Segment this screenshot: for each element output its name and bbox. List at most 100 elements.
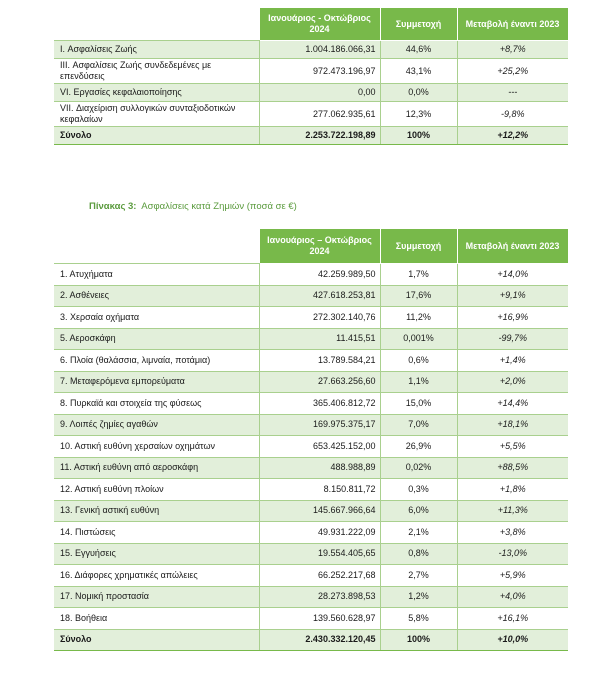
row-change: +8,7% [456,40,568,59]
table-row: 17. Νομική προστασία 28.273.898,53 1,2% +4,… [54,586,568,608]
table-row: 5. Αεροσκάφη 11.415,51 0,001% -99,7% [54,328,568,350]
header-share: Συμμετοχή [379,7,458,41]
row-change: +4,0% [456,586,568,608]
row-amount: 11.415,51 [258,328,380,350]
row-label: 15. Εγγυήσεις [54,543,259,565]
row-amount: 19.554.405,65 [258,543,380,565]
total-share: 100% [379,126,457,145]
row-amount: 139.560.628,97 [258,607,380,630]
row-amount: 13.789.584,21 [258,349,380,372]
row-share: 15,0% [379,392,457,415]
row-change: +2,0% [456,371,568,393]
row-label: 8. Πυρκαϊά και στοιχεία της φύσεως [54,392,259,415]
total-label: Σύνολο [54,126,259,145]
row-change: +11,3% [456,500,568,522]
row-label: 18. Βοήθεια [54,607,259,630]
row-amount: 0,00 [258,83,380,102]
row-amount: 365.406.812,72 [258,392,380,415]
table-caption: Πίνακας 3: Ασφαλίσεις κατά Ζημιών (ποσά … [89,201,297,212]
row-share: 0,8% [379,543,457,565]
table-row: VI. Εργασίες κεφαλαιοποίησης 0,00 0,0% -… [54,83,568,102]
table-row: 11. Αστική ευθύνη από αεροσκάφη 488.988,8… [54,457,568,479]
table-row: 12. Αστική ευθύνη πλοίων 8.150.811,72 0,3%… [54,478,568,501]
row-change: -13,0% [456,543,568,565]
row-change: +1,4% [456,349,568,372]
total-label: Σύνολο [54,628,259,651]
total-share: 100% [379,628,457,651]
row-share: 7,0% [379,414,457,436]
row-change: +16,9% [456,306,568,329]
table-row: 18. Βοήθεια 139.560.628,97 5,8% +16,1% [54,607,568,630]
header-change: Μεταβολή έναντι 2023 [456,228,569,264]
row-share: 1,2% [379,586,457,608]
row-amount: 8.150.811,72 [258,478,380,501]
total-change: +12,2% [456,126,568,145]
caption-text: Ασφαλίσεις κατά Ζημιών (ποσά σε €) [141,201,297,212]
caption-prefix: Πίνακας 3: [89,201,137,212]
row-share: 5,8% [379,607,457,630]
row-label: 12. Αστική ευθύνη πλοίων [54,478,259,501]
row-label: I. Ασφαλίσεις Ζωής [54,40,259,59]
row-label: 17. Νομική προστασία [54,586,259,608]
row-amount: 169.975.375,17 [258,414,380,436]
table-row: 15. Εγγυήσεις 19.554.405,65 0,8% -13,0% [54,543,568,565]
row-share: 0,02% [379,457,457,479]
non-life-insurance-table: Ιανουάριος – Οκτώβριος 2024 Συμμετοχή Με… [54,228,569,651]
table-row: 6. Πλοία (θαλάσσια, λιμναία, ποτάμια) 13.… [54,349,568,372]
table-header-row: Ιανουάριος - Οκτώβριος 2024 Συμμετοχή Με… [54,7,569,41]
row-label: 2. Ασθένειες [54,285,259,307]
total-row: Σύνολο 2.430.332.120,45 100% +10,0% [54,628,568,651]
row-share: 17,6% [379,285,457,307]
row-change: +3,8% [456,521,568,544]
row-share: 0,3% [379,478,457,501]
row-amount: 28.273.898,53 [258,586,380,608]
life-insurance-table: Ιανουάριος - Οκτώβριος 2024 Συμμετοχή Με… [54,7,569,145]
row-share: 44,6% [379,40,457,59]
row-change: +25,2% [456,58,568,84]
header-change: Μεταβολή έναντι 2023 [456,7,569,41]
table-row: 1. Ατυχήματα 42.259.989,50 1,7% +14,0% [54,263,568,286]
row-label: 14. Πιστώσεις [54,521,259,544]
row-change: -9,8% [456,101,568,127]
row-label: VI. Εργασίες κεφαλαιοποίησης [54,83,259,102]
row-share: 43,1% [379,58,457,84]
row-share: 11,2% [379,306,457,329]
row-amount: 427.618.253,81 [258,285,380,307]
row-amount: 27.663.256,60 [258,371,380,393]
row-change: +5,9% [456,564,568,587]
row-share: 0,001% [379,328,457,350]
table-header-row: Ιανουάριος – Οκτώβριος 2024 Συμμετοχή Με… [54,228,569,264]
row-label: 3. Χερσαία οχήματα [54,306,259,329]
table-row: 2. Ασθένειες 427.618.253,81 17,6% +9,1% [54,285,568,307]
total-amount: 2.430.332.120,45 [258,628,380,651]
row-amount: 66.252.217,68 [258,564,380,587]
row-share: 6,0% [379,500,457,522]
table-row: 14. Πιστώσεις 49.931.222,09 2,1% +3,8% [54,521,568,544]
row-share: 26,9% [379,435,457,458]
row-share: 1,7% [379,263,457,286]
header-blank [54,228,259,264]
row-change: +14,4% [456,392,568,415]
table-row: 13. Γενική αστική ευθύνη 145.667.966,64 6,… [54,500,568,522]
row-change: +88,5% [456,457,568,479]
row-label: III. Ασφαλίσεις Ζωής συνδεδεμένες με επε… [54,58,259,84]
row-change: -99,7% [456,328,568,350]
row-amount: 488.988,89 [258,457,380,479]
total-change: +10,0% [456,628,568,651]
row-label: 11. Αστική ευθύνη από αεροσκάφη [54,457,259,479]
table-row: 8. Πυρκαϊά και στοιχεία της φύσεως 365.40… [54,392,568,415]
row-amount: 49.931.222,09 [258,521,380,544]
table-row: 3. Χερσαία οχήματα 272.302.140,76 11,2% +16… [54,306,568,329]
row-label: 10. Αστική ευθύνη χερσαίων οχημάτων [54,435,259,458]
row-amount: 272.302.140,76 [258,306,380,329]
row-change: +5,5% [456,435,568,458]
row-change: +1,8% [456,478,568,501]
row-label: 9. Λοιπές ζημίες αγαθών [54,414,259,436]
row-share: 1,1% [379,371,457,393]
row-amount: 145.667.966,64 [258,500,380,522]
table-row: III. Ασφαλίσεις Ζωής συνδεδεμένες με επε… [54,58,568,84]
header-period: Ιανουάριος - Οκτώβριος 2024 [258,7,381,41]
table-row: 10. Αστική ευθύνη χερσαίων οχημάτων 653.4… [54,435,568,458]
row-amount: 653.425.152,00 [258,435,380,458]
row-label: 6. Πλοία (θαλάσσια, λιμναία, ποτάμια) [54,349,259,372]
